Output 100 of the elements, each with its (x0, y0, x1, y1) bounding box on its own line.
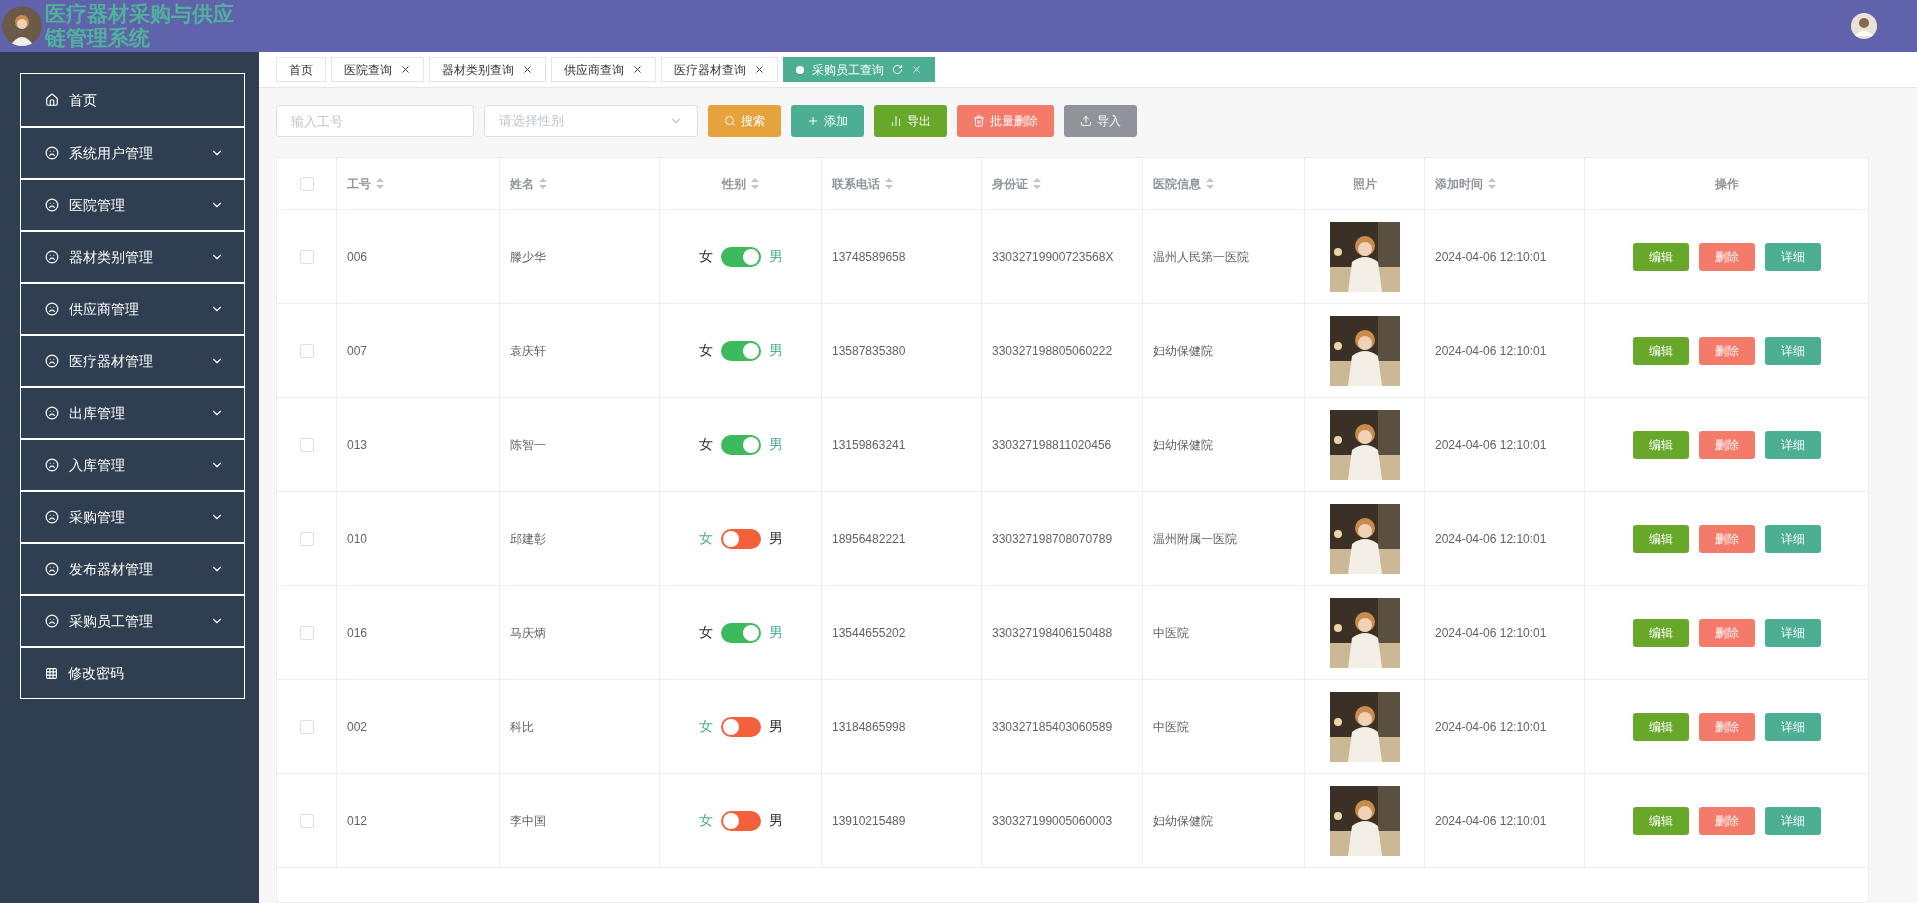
row-checkbox[interactable] (299, 343, 314, 358)
detail-button[interactable]: 详细 (1765, 524, 1821, 553)
detail-button[interactable]: 详细 (1765, 712, 1821, 741)
column-header[interactable]: 身份证 (992, 174, 1041, 193)
delete-button[interactable]: 删除 (1699, 242, 1755, 271)
edit-button[interactable]: 编辑 (1633, 430, 1689, 459)
sidebar-item[interactable]: 器材类别管理 (21, 230, 244, 282)
hospital-cell-text: 妇幼保健院 (1153, 812, 1213, 830)
sort-icon (539, 178, 547, 189)
edit-button[interactable]: 编辑 (1633, 806, 1689, 835)
added-time-cell-text: 2024-04-06 12:10:01 (1435, 718, 1547, 736)
edit-button[interactable]: 编辑 (1633, 524, 1689, 553)
detail-button[interactable]: 详细 (1765, 336, 1821, 365)
detail-button[interactable]: 详细 (1765, 430, 1821, 459)
sidebar-item[interactable]: 医院管理 (21, 178, 244, 230)
sidebar-item[interactable]: 供应商管理 (21, 282, 244, 334)
column-header[interactable]: 添加时间 (1435, 174, 1496, 193)
edit-button[interactable]: 编辑 (1633, 336, 1689, 365)
sidebar-label: 器材类别管理 (69, 247, 154, 267)
row-checkbox[interactable] (299, 531, 314, 546)
gender-switch[interactable] (720, 434, 761, 455)
column-header[interactable]: 工号 (347, 174, 384, 193)
delete-button[interactable]: 删除 (1699, 336, 1755, 365)
tab[interactable]: 采购员工查询 (783, 57, 935, 82)
female-label: 女 (698, 529, 713, 548)
male-label: 男 (768, 435, 783, 454)
name-cell-text: 袁庆轩 (510, 342, 546, 360)
delete-button[interactable]: 删除 (1699, 430, 1755, 459)
edit-button[interactable]: 编辑 (1633, 242, 1689, 271)
home-icon (45, 93, 59, 107)
detail-button[interactable]: 详细 (1765, 806, 1821, 835)
sidebar-item[interactable]: 医疗器材管理 (21, 334, 244, 386)
gender-switch[interactable] (720, 810, 761, 831)
delete-button[interactable]: 删除 (1699, 806, 1755, 835)
edit-button[interactable]: 编辑 (1633, 618, 1689, 647)
grid-icon (45, 666, 58, 680)
gender-switch[interactable] (720, 340, 761, 361)
sidebar-item[interactable]: 系统用户管理 (21, 126, 244, 178)
hospital-cell-text: 温州附属一医院 (1153, 530, 1237, 548)
sidebar-label: 出库管理 (69, 403, 126, 423)
tab[interactable]: 医疗器材查询 (661, 57, 778, 82)
close-icon[interactable] (632, 64, 643, 75)
column-header[interactable]: 性别 (722, 174, 759, 193)
employee-id-field[interactable]: 输入工号 (276, 105, 474, 137)
tab[interactable]: 医院查询 (331, 57, 424, 82)
sidebar-label: 医疗器材管理 (69, 351, 154, 371)
gender-switch[interactable] (720, 528, 761, 549)
male-label: 男 (768, 623, 783, 642)
sidebar-item[interactable]: 修改密码 (21, 646, 244, 698)
tab-label: 器材类别查询 (442, 61, 514, 79)
gender-switch[interactable] (720, 246, 761, 267)
tab[interactable]: 器材类别查询 (429, 57, 546, 82)
gender-switch[interactable] (720, 716, 761, 737)
delete-button[interactable]: 删除 (1699, 618, 1755, 647)
close-icon[interactable] (400, 64, 411, 75)
tab-label: 医院查询 (344, 61, 392, 79)
sidebar-label: 供应商管理 (69, 299, 140, 319)
edit-button[interactable]: 编辑 (1633, 712, 1689, 741)
detail-button[interactable]: 详细 (1765, 242, 1821, 271)
tab[interactable]: 供应商查询 (551, 57, 656, 82)
sidebar-item[interactable]: 发布器材管理 (21, 542, 244, 594)
tab[interactable]: 首页 (276, 57, 326, 82)
plus-icon (807, 115, 819, 127)
row-checkbox[interactable] (299, 719, 314, 734)
select-all-checkbox[interactable] (299, 176, 314, 191)
sidebar-item[interactable]: 入库管理 (21, 438, 244, 490)
male-label: 男 (768, 717, 783, 736)
gender-select[interactable]: 请选择性别 (484, 105, 698, 137)
close-icon[interactable] (754, 64, 765, 75)
sort-icon (885, 178, 893, 189)
detail-button[interactable]: 详细 (1765, 618, 1821, 647)
avatar-icon[interactable] (1851, 13, 1877, 39)
close-icon[interactable] (522, 64, 533, 75)
sidebar-item[interactable]: 出库管理 (21, 386, 244, 438)
frown-icon (45, 198, 59, 212)
frown-icon (45, 614, 59, 628)
refresh-icon[interactable] (892, 64, 903, 75)
sidebar-item[interactable]: 采购员工管理 (21, 594, 244, 646)
column-header[interactable]: 联系电话 (832, 174, 893, 193)
import-button[interactable]: 导入 (1064, 105, 1137, 137)
gender-switch[interactable] (720, 622, 761, 643)
sidebar-item[interactable]: 首页 (21, 74, 244, 126)
export-button[interactable]: 导出 (874, 105, 947, 137)
column-header[interactable]: 医院信息 (1153, 174, 1214, 193)
employee-id-cell-text: 012 (347, 812, 368, 830)
row-checkbox[interactable] (299, 437, 314, 452)
sort-icon (1033, 178, 1041, 189)
column-header[interactable]: 姓名 (510, 174, 547, 193)
sidebar-item[interactable]: 采购管理 (21, 490, 244, 542)
add-button[interactable]: 添加 (791, 105, 864, 137)
delete-button[interactable]: 批量删除 (957, 105, 1054, 137)
added-time-cell-text: 2024-04-06 12:10:01 (1435, 624, 1547, 642)
delete-button[interactable]: 删除 (1699, 712, 1755, 741)
row-checkbox[interactable] (299, 813, 314, 828)
row-checkbox[interactable] (299, 625, 314, 640)
row-checkbox[interactable] (299, 249, 314, 264)
added-time-cell-text: 2024-04-06 12:10:01 (1435, 248, 1547, 266)
tab-label: 供应商查询 (564, 61, 624, 79)
delete-button[interactable]: 删除 (1699, 524, 1755, 553)
search-button[interactable]: 搜索 (708, 105, 781, 137)
